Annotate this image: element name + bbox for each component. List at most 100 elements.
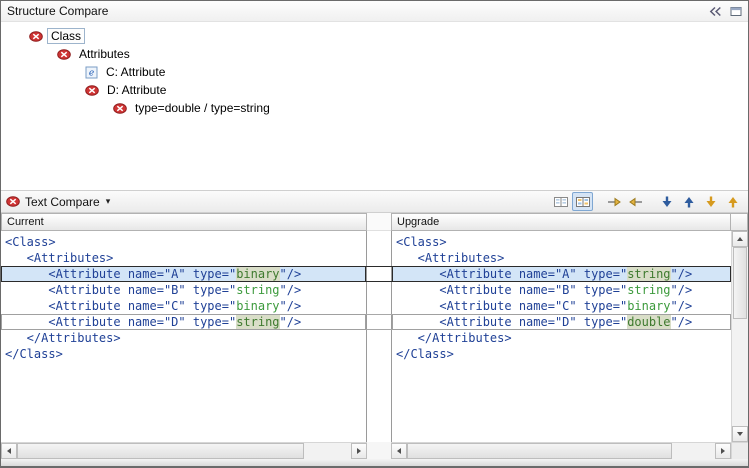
- tree-item-label: C: Attribute: [103, 65, 168, 79]
- next-change-icon[interactable]: [700, 192, 721, 211]
- window-bottom-trim: [1, 459, 748, 466]
- code-line[interactable]: <Attribute name="C" type="binary"/>: [1, 298, 366, 314]
- view-menu-dropdown-icon[interactable]: ▾: [106, 196, 111, 207]
- scroll-up-icon: [737, 237, 743, 241]
- scroll-right-button[interactable]: [715, 443, 731, 459]
- right-pane-header: Upgrade: [391, 213, 731, 231]
- copy-current-change-right-icon[interactable]: [603, 192, 624, 211]
- tree-item-label: Attributes: [76, 47, 133, 61]
- left-horizontal-scrollbar[interactable]: [1, 442, 367, 459]
- gutter-bottom: [367, 442, 391, 459]
- code-line[interactable]: <Attribute name="A" type="binary"/>: [1, 266, 366, 282]
- code-text: <Attribute name="C" type=": [396, 299, 627, 313]
- text-compare-title: Text Compare: [25, 195, 100, 209]
- vertical-scroll-thumb[interactable]: [733, 247, 747, 319]
- tree-item[interactable]: type=double / type=string: [1, 99, 748, 117]
- scroll-left-button[interactable]: [391, 443, 407, 459]
- change-icon: [29, 31, 43, 42]
- scroll-left-button[interactable]: [1, 443, 17, 459]
- code-line[interactable]: </Class>: [392, 346, 731, 362]
- code-text: <Class>: [396, 235, 447, 249]
- code-text: <Class>: [5, 235, 56, 249]
- horizontal-scroll-thumb[interactable]: [407, 443, 672, 459]
- structure-header-icons: [709, 6, 742, 17]
- scroll-up-button[interactable]: [732, 231, 748, 247]
- code-text: "/>: [280, 299, 302, 313]
- restore-icon[interactable]: [730, 6, 742, 17]
- code-text: "/>: [671, 283, 693, 297]
- structure-compare-header: Structure Compare: [1, 1, 748, 22]
- diff-connector-line: [366, 281, 392, 282]
- next-difference-icon[interactable]: [656, 192, 677, 211]
- code-text: <Attribute name="D" type=": [5, 315, 236, 329]
- attribute-value: binary: [236, 267, 279, 281]
- attribute-value: double: [627, 315, 670, 329]
- collapse-icon[interactable]: [709, 6, 722, 17]
- diff-connector-gutter: [367, 231, 391, 442]
- previous-difference-icon[interactable]: [678, 192, 699, 211]
- tree-item[interactable]: Attributes: [1, 45, 748, 63]
- previous-change-icon[interactable]: [722, 192, 743, 211]
- code-text: "/>: [671, 315, 693, 329]
- text-compare-toolbar: [550, 192, 743, 211]
- vertical-scroll-track[interactable]: [732, 247, 748, 426]
- code-text: </Attributes>: [396, 331, 512, 345]
- vertical-scrollbar[interactable]: [731, 231, 748, 442]
- code-text: "/>: [280, 283, 302, 297]
- code-text: <Attributes>: [5, 251, 113, 265]
- code-line[interactable]: <Attribute name="A" type="string"/>: [392, 266, 731, 282]
- element-icon: e: [85, 66, 98, 79]
- attribute-value: string: [236, 315, 279, 329]
- text-compare-body: Current Upgrade <Class> <Attributes> <At…: [1, 213, 748, 459]
- code-line[interactable]: <Attribute name="B" type="string"/>: [392, 282, 731, 298]
- tree-item[interactable]: Class: [1, 27, 748, 45]
- scroll-right-button[interactable]: [351, 443, 367, 459]
- scroll-down-button[interactable]: [732, 426, 748, 442]
- code-line[interactable]: <Class>: [392, 234, 731, 250]
- code-line[interactable]: <Attribute name="B" type="string"/>: [1, 282, 366, 298]
- code-text: "/>: [280, 267, 302, 281]
- code-line[interactable]: <Class>: [1, 234, 366, 250]
- code-text: </Attributes>: [5, 331, 121, 345]
- code-line[interactable]: <Attributes>: [392, 250, 731, 266]
- left-pane-title: Current: [7, 216, 44, 228]
- change-icon: [113, 103, 127, 114]
- tree-item[interactable]: D: Attribute: [1, 81, 748, 99]
- synchronize-scrolling-icon[interactable]: [572, 192, 593, 211]
- code-text: "/>: [671, 267, 693, 281]
- horizontal-scroll-thumb[interactable]: [17, 443, 304, 459]
- copy-current-change-left-icon[interactable]: [625, 192, 646, 211]
- scroll-right-icon: [357, 448, 361, 454]
- svg-text:e: e: [89, 68, 94, 78]
- two-way-compare-icon[interactable]: [550, 192, 571, 211]
- left-pane-code[interactable]: <Class> <Attributes> <Attribute name="A"…: [1, 231, 367, 442]
- right-pane-title: Upgrade: [397, 216, 439, 228]
- scroll-left-icon: [7, 448, 11, 454]
- horizontal-scroll-track[interactable]: [17, 443, 351, 459]
- code-line[interactable]: </Attributes>: [392, 330, 731, 346]
- change-icon: [57, 49, 71, 60]
- horizontal-scroll-track[interactable]: [407, 443, 715, 459]
- tree-item[interactable]: e C: Attribute: [1, 63, 748, 81]
- structure-tree: Class Attributes e C: Attribute D: Attribute…: [1, 22, 748, 190]
- code-line[interactable]: <Attributes>: [1, 250, 366, 266]
- right-pane-code[interactable]: <Class> <Attributes> <Attribute name="A"…: [391, 231, 731, 442]
- scroll-left-icon: [397, 448, 401, 454]
- code-line[interactable]: <Attribute name="D" type="string"/>: [1, 314, 366, 330]
- attribute-value: binary: [236, 299, 279, 313]
- code-text: <Attribute name="B" type=": [5, 283, 236, 297]
- code-line[interactable]: <Attribute name="C" type="binary"/>: [392, 298, 731, 314]
- code-text: <Attribute name="C" type=": [5, 299, 236, 313]
- code-text: <Attribute name="D" type=": [396, 315, 627, 329]
- code-line[interactable]: </Attributes>: [1, 330, 366, 346]
- attribute-value: string: [627, 283, 670, 297]
- attribute-value: string: [627, 267, 670, 281]
- right-horizontal-scrollbar[interactable]: [391, 442, 731, 459]
- attribute-value: string: [236, 283, 279, 297]
- code-text: <Attributes>: [396, 251, 504, 265]
- code-text: </Class>: [5, 347, 63, 361]
- compare-editor-window: Structure Compare Class Attributes e C: Att…: [0, 0, 749, 468]
- diff-connector-line: [366, 329, 392, 330]
- code-line[interactable]: </Class>: [1, 346, 366, 362]
- code-line[interactable]: <Attribute name="D" type="double"/>: [392, 314, 731, 330]
